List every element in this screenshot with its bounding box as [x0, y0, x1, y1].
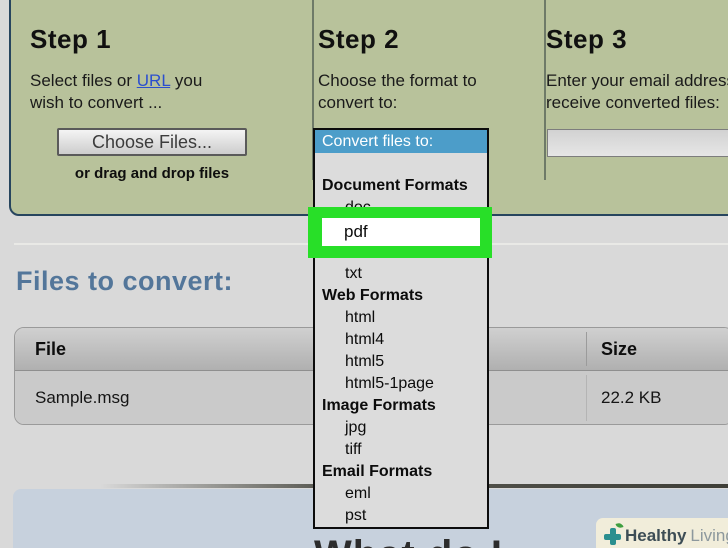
- page: Step 1 Select files or URL you wish to co…: [0, 0, 728, 548]
- group-label-web: Web Formats: [322, 287, 424, 304]
- step1-desc-text: Select files or: [30, 71, 137, 90]
- watermark-text-light: Living: [690, 526, 728, 545]
- option-txt[interactable]: txt: [315, 263, 487, 285]
- choose-files-button[interactable]: Choose Files...: [57, 128, 247, 156]
- step2-desc-text: Choose the format to: [318, 71, 477, 90]
- option-tiff[interactable]: tiff: [315, 439, 487, 461]
- column-separator: [586, 332, 587, 366]
- step1-desc-text: wish to convert ...: [30, 93, 163, 112]
- step1-section: Step 1 Select files or URL you wish to co…: [30, 24, 280, 114]
- drag-drop-hint: or drag and drop files: [74, 165, 230, 182]
- table-header-file: File: [35, 338, 67, 359]
- group-label-email: Email Formats: [322, 463, 433, 480]
- step1-title: Step 1: [30, 24, 112, 54]
- step3-section: Step 3 Enter your email address to receiv…: [546, 24, 728, 114]
- dropdown-header[interactable]: Convert files to:: [315, 130, 487, 153]
- step3-desc-text: receive converted files:: [546, 93, 720, 112]
- option-html[interactable]: html: [315, 307, 487, 329]
- option-html5-1page[interactable]: html5-1page: [315, 373, 487, 395]
- option-html4[interactable]: html4: [315, 329, 487, 351]
- files-to-convert-title: Files to convert:: [16, 266, 234, 296]
- column-separator: [586, 375, 587, 421]
- step1-description: Select files or URL you wish to convert .…: [30, 70, 280, 114]
- option-pst[interactable]: pst: [315, 505, 487, 527]
- medical-cross-icon: [603, 522, 624, 546]
- group-label-document: Document Formats: [322, 177, 468, 194]
- option-html5[interactable]: html5: [315, 351, 487, 373]
- highlight-box: pdf: [308, 207, 492, 258]
- healthy-living-watermark: Healthy Living: [596, 518, 728, 548]
- convert-format-dropdown[interactable]: Convert files to: Document Formats doc p…: [313, 128, 489, 529]
- step3-desc-text: Enter your email address to: [546, 71, 728, 90]
- option-eml[interactable]: eml: [315, 483, 487, 505]
- dropdown-blank-row: [315, 153, 487, 175]
- group-label-image: Image Formats: [322, 397, 436, 414]
- highlighted-option-label: pdf: [344, 222, 368, 241]
- step1-desc-text: you: [170, 71, 203, 90]
- table-header-size: Size: [601, 338, 638, 359]
- leaf-icon: [615, 522, 624, 529]
- option-jpg[interactable]: jpg: [315, 417, 487, 439]
- file-name-cell: Sample.msg: [35, 388, 130, 407]
- step3-title: Step 3: [546, 24, 628, 54]
- email-input[interactable]: [547, 129, 728, 157]
- watermark-text-bold: Healthy: [625, 526, 687, 545]
- highlighted-option-pdf[interactable]: pdf: [322, 218, 480, 246]
- step3-description: Enter your email address to receive conve…: [546, 70, 728, 114]
- step2-title: Step 2: [318, 24, 400, 54]
- clipped-bottom-heading: What do I: [314, 533, 503, 548]
- step2-description: Choose the format to convert to:: [318, 70, 523, 114]
- file-size-cell: 22.2 KB: [601, 388, 662, 407]
- url-link[interactable]: URL: [137, 71, 170, 90]
- step2-section: Step 2 Choose the format to convert to:: [318, 24, 523, 114]
- step2-desc-text: convert to:: [318, 93, 398, 112]
